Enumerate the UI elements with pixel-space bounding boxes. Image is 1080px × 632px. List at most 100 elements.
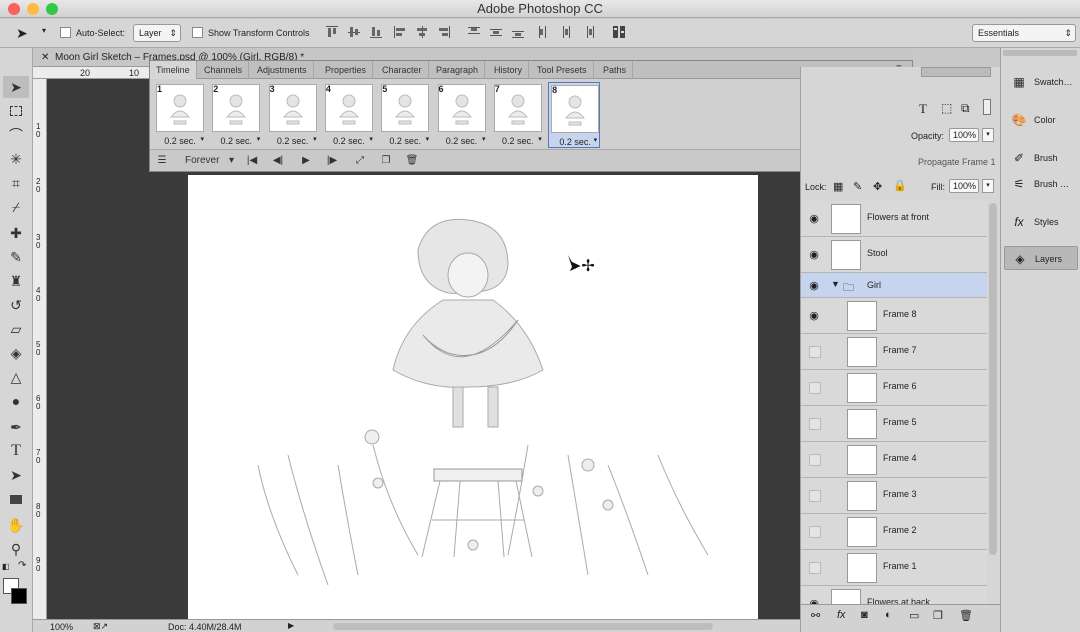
layer-row[interactable]: ◉ Frame 8 xyxy=(801,298,987,334)
lock-transparency-icon[interactable]: ▦ xyxy=(833,180,843,193)
workspace-dropdown[interactable]: Essentials ⇕ xyxy=(972,24,1076,42)
tab-tool-presets[interactable]: Tool Presets xyxy=(531,61,594,79)
auto-select-dropdown[interactable]: Layer ⇕ xyxy=(133,24,181,42)
horizontal-scrollbar[interactable] xyxy=(333,623,713,630)
layer-name[interactable]: Girl xyxy=(867,280,881,290)
align-top-icon[interactable] xyxy=(325,25,339,39)
play-icon[interactable]: ▶ xyxy=(298,153,314,169)
next-frame-icon[interactable]: |▶ xyxy=(324,153,340,169)
zoom-window-button[interactable] xyxy=(46,3,58,15)
visibility-toggle[interactable] xyxy=(809,562,821,574)
layer-name[interactable]: Frame 2 xyxy=(883,525,917,535)
filter-toggle-switch[interactable] xyxy=(983,99,991,115)
frame-delay-chevron-icon[interactable]: ▾ xyxy=(369,135,373,143)
align-left-icon[interactable] xyxy=(393,25,407,39)
history-brush-tool-icon[interactable]: ↺ xyxy=(3,294,29,316)
shape-layer-filter-icon[interactable]: ⬚ xyxy=(941,101,952,115)
default-colors-icon[interactable]: ◧ xyxy=(2,562,10,571)
rectangle-tool-icon[interactable] xyxy=(3,488,29,510)
frame-delay-chevron-icon[interactable]: ▾ xyxy=(200,135,204,143)
visibility-toggle[interactable] xyxy=(809,490,821,502)
adjustment-layer-icon[interactable]: ◐ xyxy=(885,609,892,621)
layer-row[interactable]: ◉ Flowers at front xyxy=(801,201,987,237)
frame-delay-chevron-icon[interactable]: ▾ xyxy=(426,135,430,143)
zoom-level[interactable]: 100% xyxy=(50,622,73,632)
layer-row[interactable]: ◉ Flowers at back xyxy=(801,586,987,604)
document-canvas[interactable] xyxy=(188,175,758,620)
zoom-tool-icon[interactable]: ⚲ xyxy=(3,538,29,560)
tab-properties[interactable]: Properties xyxy=(319,61,374,79)
tab-adjustments[interactable]: Adjustments xyxy=(251,61,314,79)
delete-frame-icon[interactable]: 🗑 xyxy=(404,153,420,169)
opacity-field[interactable]: 100% xyxy=(949,128,979,142)
dock-styles[interactable]: fx Styles xyxy=(1004,210,1078,234)
timeline-frame[interactable]: 1 0.2 sec. ▾ xyxy=(154,82,206,148)
group-expand-chevron-icon[interactable]: ▼ xyxy=(831,279,840,289)
tween-icon[interactable]: ⤢ xyxy=(352,153,368,169)
visibility-eye-icon[interactable]: ◉ xyxy=(807,248,821,262)
distribute-vcenter-icon[interactable] xyxy=(489,25,503,39)
layer-row[interactable]: Frame 2 xyxy=(801,514,987,550)
align-bottom-icon[interactable] xyxy=(369,25,383,39)
minimize-window-button[interactable] xyxy=(27,3,39,15)
convert-timeline-icon[interactable]: ☰ xyxy=(154,153,170,169)
type-layer-filter-icon[interactable]: T xyxy=(919,101,927,117)
distribute-top-icon[interactable] xyxy=(467,25,481,39)
distribute-left-icon[interactable] xyxy=(537,25,551,39)
layer-name[interactable]: Flowers at back xyxy=(867,597,930,604)
frame-delay-chevron-icon[interactable]: ▾ xyxy=(313,135,317,143)
visibility-eye-icon[interactable]: ◉ xyxy=(807,597,821,604)
previous-frame-icon[interactable]: ◀| xyxy=(270,153,286,169)
layer-name[interactable]: Frame 4 xyxy=(883,453,917,463)
frame-delay-chevron-icon[interactable]: ▾ xyxy=(594,136,598,144)
fill-field[interactable]: 100% xyxy=(949,179,979,193)
frame-delay-dropdown[interactable]: 0.2 sec. xyxy=(379,136,431,146)
layer-row[interactable]: Frame 3 xyxy=(801,478,987,514)
layer-row[interactable]: Frame 5 xyxy=(801,406,987,442)
layers-scrollbar[interactable] xyxy=(989,203,997,555)
dock-layers[interactable]: ◈ Layers xyxy=(1004,246,1078,270)
type-tool-icon[interactable]: T xyxy=(3,440,29,462)
collapsed-panel-bar[interactable] xyxy=(921,67,991,77)
visibility-toggle[interactable] xyxy=(809,382,821,394)
dock-grip[interactable] xyxy=(1003,50,1077,56)
lock-pixels-icon[interactable]: ✎ xyxy=(853,180,862,193)
link-layers-icon[interactable]: ⚯ xyxy=(811,609,820,622)
move-tool-icon[interactable]: ➤ xyxy=(16,25,28,42)
timeline-frame[interactable]: 4 0.2 sec. ▾ xyxy=(323,82,375,148)
layer-name[interactable]: Frame 1 xyxy=(883,561,917,571)
frame-delay-dropdown[interactable]: 0.2 sec. xyxy=(210,136,262,146)
status-menu-icon[interactable]: ▶ xyxy=(288,621,294,630)
smart-object-filter-icon[interactable]: ⧉ xyxy=(961,101,970,116)
tab-paths[interactable]: Paths xyxy=(597,61,634,79)
dock-color[interactable]: 🎨 Color xyxy=(1004,108,1078,132)
auto-align-layers-icon[interactable] xyxy=(612,25,626,39)
layer-group-row[interactable]: ◉ ▼ 🗀 Girl xyxy=(801,273,987,298)
tab-channels[interactable]: Channels xyxy=(198,61,250,79)
frame-delay-chevron-icon[interactable]: ▾ xyxy=(257,135,261,143)
lasso-tool-icon[interactable]: ⌒ xyxy=(3,124,29,146)
visibility-eye-icon[interactable]: ◉ xyxy=(807,279,821,293)
dodge-tool-icon[interactable]: ● xyxy=(3,390,29,412)
duplicate-frame-icon[interactable]: ❐ xyxy=(378,153,394,169)
timeline-frame[interactable]: 8 0.2 sec. ▾ xyxy=(548,82,601,148)
clone-stamp-tool-icon[interactable]: ♜ xyxy=(3,270,29,292)
visibility-toggle[interactable] xyxy=(809,346,821,358)
paint-bucket-tool-icon[interactable]: ◈ xyxy=(3,342,29,364)
align-right-icon[interactable] xyxy=(437,25,451,39)
crop-tool-icon[interactable]: ⌗ xyxy=(3,172,29,194)
tab-paragraph[interactable]: Paragraph xyxy=(430,61,486,79)
first-frame-icon[interactable]: |◀ xyxy=(244,153,260,169)
move-tool-icon[interactable]: ➤ xyxy=(3,76,29,98)
brush-tool-icon[interactable]: ✎ xyxy=(3,246,29,268)
tool-preset-chevron-icon[interactable]: ▾ xyxy=(42,26,46,35)
auto-select-checkbox[interactable] xyxy=(60,27,71,38)
distribute-right-icon[interactable] xyxy=(581,25,595,39)
frame-delay-dropdown[interactable]: 0.2 sec. xyxy=(436,136,488,146)
layer-row[interactable]: Frame 4 xyxy=(801,442,987,478)
visibility-eye-icon[interactable]: ◉ xyxy=(807,212,821,226)
tab-history[interactable]: History xyxy=(488,61,530,79)
new-group-icon[interactable]: ▭ xyxy=(909,609,919,622)
swap-colors-icon[interactable]: ↷ xyxy=(18,560,26,571)
dock-brush-presets[interactable]: ⚟ Brush … xyxy=(1004,172,1078,196)
